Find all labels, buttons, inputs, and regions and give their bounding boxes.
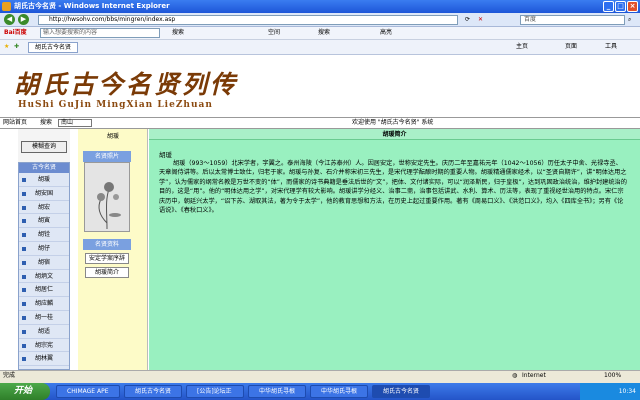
main-person-name: 胡瑗 bbox=[159, 151, 172, 159]
person-photo bbox=[84, 162, 130, 232]
photo-title: 名贤照片 bbox=[83, 151, 131, 162]
search-icon[interactable]: ⌕ bbox=[628, 15, 631, 25]
nav-item[interactable]: 胡仔 bbox=[19, 242, 69, 256]
stop-icon[interactable]: ✕ bbox=[478, 15, 483, 25]
site-banner: 胡 氏 古 今 名 贤 列 传 HuShi GuJin MingXian Lie… bbox=[0, 55, 640, 117]
minimize-button[interactable]: _ bbox=[603, 1, 614, 12]
nav-item[interactable]: 胡适 bbox=[19, 325, 69, 339]
zoom-level[interactable]: 100% bbox=[604, 371, 621, 381]
task-button[interactable]: CHIMAGE APE bbox=[56, 385, 120, 398]
left-nav: 古今名贤 胡瑗 胡安国 胡宏 胡寅 胡铨 胡仔 胡宿 胡炳文 胡居仁 胡应麟 胡… bbox=[18, 162, 70, 370]
banner-char: 氏 bbox=[42, 70, 68, 99]
nav-item[interactable]: 胡瑗 bbox=[19, 173, 69, 187]
back-icon[interactable]: ◀ bbox=[4, 14, 15, 25]
left-column: 模糊查询 古今名贤 胡瑗 胡安国 胡宏 胡寅 胡铨 胡仔 胡宿 胡炳文 胡居仁 … bbox=[18, 129, 70, 370]
nav-item[interactable]: 胡铨 bbox=[19, 228, 69, 242]
baidu-logo: Bai百度 bbox=[4, 29, 27, 36]
person-name: 胡瑗 bbox=[106, 133, 119, 140]
nav-item[interactable]: 胡一桂 bbox=[19, 311, 69, 325]
main-heading: 胡瑗简介 bbox=[149, 129, 640, 140]
nav-item[interactable]: 胡居仁 bbox=[19, 283, 69, 298]
favorites-bar: ★ ✚ 胡氏古今名贤 主页 页面 工具 bbox=[0, 40, 640, 55]
welcome-text: 欢迎使用 "胡氏古今名贤" 系统 bbox=[352, 119, 434, 126]
baidu-toolbar: Bai百度 输入想要搜索的内容 搜索 空间 搜索 高亮 bbox=[0, 27, 640, 40]
middle-column: 胡瑗 名贤照片 名贤资料 安定学案序辞 胡瑗简介 bbox=[78, 129, 148, 370]
nav-item[interactable]: 胡宗宪 bbox=[19, 339, 69, 353]
baidu-search-input[interactable]: 输入想要搜索的内容 bbox=[40, 28, 160, 38]
system-tray: 10:34 bbox=[580, 383, 640, 400]
ie-icon bbox=[2, 2, 11, 11]
home-link[interactable]: 网站首页 bbox=[3, 118, 27, 128]
info-link[interactable]: 胡瑗简介 bbox=[85, 267, 129, 278]
add-favorite-icon[interactable]: ✚ bbox=[14, 42, 19, 52]
window-title: 胡氏古今名贤 - Windows Internet Explorer bbox=[14, 2, 170, 10]
banner-char: 贤 bbox=[154, 70, 180, 99]
info-bar: 网站首页 搜索 南山 欢迎使用 "胡氏古今名贤" 系统 bbox=[0, 117, 640, 129]
nav-item[interactable]: 胡炳文 bbox=[19, 270, 69, 284]
banner-char: 列 bbox=[182, 70, 208, 99]
flower-image bbox=[85, 163, 129, 231]
browser-tab[interactable]: 胡氏古今名贤 bbox=[28, 42, 79, 53]
task-button[interactable]: 中华胡氏寻根 bbox=[248, 385, 306, 398]
content-area: 模糊查询 古今名贤 胡瑗 胡安国 胡宏 胡寅 胡铨 胡仔 胡宿 胡炳文 胡居仁 … bbox=[0, 129, 640, 370]
favorites-star-icon[interactable]: ★ bbox=[4, 42, 9, 52]
info-title: 名贤资料 bbox=[83, 239, 131, 250]
taskbar: 开始 CHIMAGE APE 胡氏古今名贤 [公告]论坛正 中华胡氏寻根 中华胡… bbox=[0, 383, 640, 400]
home-button[interactable]: 主页 bbox=[516, 42, 528, 52]
banner-char: 胡 bbox=[14, 70, 40, 99]
task-button[interactable]: 胡氏古今名贤 bbox=[124, 385, 182, 398]
search-input[interactable]: 百度 bbox=[520, 15, 625, 25]
tools-menu[interactable]: 工具 bbox=[605, 42, 617, 52]
status-text: 完成 bbox=[3, 372, 16, 379]
search-label: 搜索 bbox=[40, 119, 53, 126]
url-input[interactable]: http://hwsohv.com/bbs/mingren/index.asp bbox=[38, 15, 458, 25]
nav-item[interactable]: 胡林翼 bbox=[19, 352, 69, 367]
banner-char: 传 bbox=[210, 70, 236, 99]
banner-char: 今 bbox=[98, 70, 124, 99]
news-button[interactable]: 搜索 bbox=[318, 28, 330, 38]
start-button[interactable]: 开始 bbox=[0, 383, 50, 400]
space-button[interactable]: 空间 bbox=[268, 28, 280, 38]
maximize-button[interactable]: □ bbox=[615, 1, 626, 12]
banner-char: 古 bbox=[70, 70, 96, 99]
zone-text: Internet bbox=[522, 372, 546, 379]
globe-icon: ◍ bbox=[512, 372, 518, 379]
task-button-active[interactable]: 胡氏古今名贤 bbox=[372, 385, 430, 398]
banner-char: 名 bbox=[126, 70, 152, 99]
task-button[interactable]: [公告]论坛正 bbox=[186, 385, 244, 398]
task-button[interactable]: 中华胡氏寻根 bbox=[310, 385, 368, 398]
address-bar: ◀ ▶ http://hwsohv.com/bbs/mingren/index.… bbox=[0, 13, 640, 27]
site-search-input[interactable]: 南山 bbox=[58, 119, 92, 127]
nav-item[interactable]: 胡应麟 bbox=[19, 297, 69, 311]
status-bar: 完成 ◍ Internet 100% bbox=[0, 370, 640, 383]
page-menu[interactable]: 页面 bbox=[565, 42, 577, 52]
baidu-search-button[interactable]: 搜索 bbox=[172, 28, 184, 38]
banner-pinyin: HuShi GuJin MingXian LieZhuan bbox=[18, 100, 213, 110]
forward-icon[interactable]: ▶ bbox=[18, 14, 29, 25]
highlight-button[interactable]: 高亮 bbox=[380, 28, 392, 38]
close-button[interactable]: × bbox=[627, 1, 638, 12]
nav-item[interactable]: 胡宏 bbox=[19, 201, 69, 215]
nav-item[interactable]: 胡宿 bbox=[19, 256, 69, 270]
clock: 10:34 bbox=[618, 388, 636, 395]
refresh-icon[interactable]: ⟳ bbox=[465, 15, 470, 25]
info-link[interactable]: 安定学案序辞 bbox=[85, 253, 129, 264]
biography-text: 胡瑗（993～1059）北宋学者，字翼之。泰州海陵（今江苏泰州）人。因居安定，世… bbox=[159, 160, 627, 215]
nav-item[interactable]: 胡安国 bbox=[19, 187, 69, 201]
nav-item[interactable]: 胡寅 bbox=[19, 214, 69, 229]
nav-title: 古今名贤 bbox=[19, 163, 69, 173]
fuzzy-query-button[interactable]: 模糊查询 bbox=[21, 141, 67, 153]
window-titlebar: 胡氏古今名贤 - Windows Internet Explorer _ □ × bbox=[0, 0, 640, 13]
main-panel: 胡瑗简介 胡瑗 胡瑗（993～1059）北宋学者，字翼之。泰州海陵（今江苏泰州）… bbox=[149, 129, 640, 370]
